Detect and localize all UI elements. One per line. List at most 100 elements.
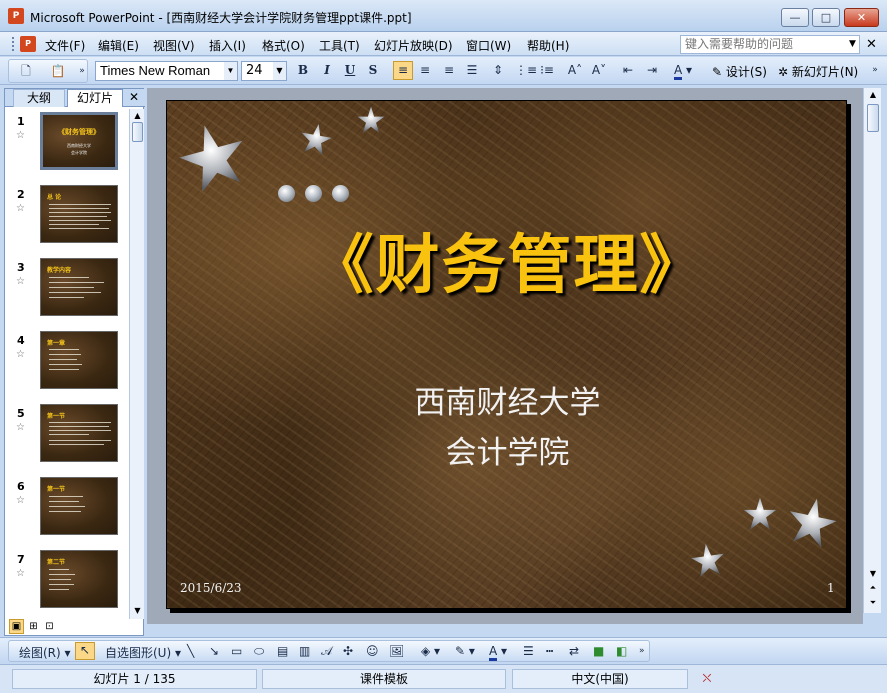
shadow-button[interactable]: S: [364, 62, 382, 78]
slide-thumbnail[interactable]: 《财务管理》 西南财经大学 会计学院: [39, 111, 119, 171]
close-pane-icon[interactable]: ✕: [127, 89, 141, 107]
thumbnail-slide-3[interactable]: 3 ☆ 教学内容: [5, 255, 129, 317]
select-pointer-icon[interactable]: ↖: [75, 642, 95, 660]
thumbnail-slide-7[interactable]: 7 ☆ 第二节: [5, 547, 129, 609]
help-search-input[interactable]: 键入需要帮助的问题: [680, 35, 860, 54]
slide-subtitle-line-1[interactable]: 西南财经大学: [167, 377, 846, 422]
menu-view[interactable]: 视图(V): [153, 37, 195, 54]
slide-thumbnail[interactable]: 第一节: [40, 404, 118, 462]
distribute-icon[interactable]: ☰: [463, 62, 481, 78]
document-icon[interactable]: P: [20, 36, 36, 52]
arrow-icon[interactable]: ↘: [209, 644, 219, 658]
menu-grip[interactable]: [12, 37, 16, 51]
wordart-icon[interactable]: 𝒜: [321, 644, 332, 659]
chevron-down-icon[interactable]: ▼: [273, 62, 286, 80]
menu-help[interactable]: 帮助(H): [527, 37, 569, 54]
chevron-down-icon[interactable]: ▼: [224, 62, 237, 80]
font-color-icon[interactable]: A ▾: [489, 644, 507, 661]
dash-style-icon[interactable]: ┅: [546, 644, 553, 658]
underline-button[interactable]: U: [341, 62, 359, 78]
oval-icon[interactable]: ⬭: [254, 644, 264, 659]
slide-scrollbar[interactable]: ▲ ▼ ⏶ ⏷: [863, 88, 881, 613]
design-button[interactable]: ✎ 设计(S): [712, 63, 767, 80]
thumbnail-slide-2[interactable]: 2 ☆ 总 论: [5, 182, 129, 244]
slide-thumbnail[interactable]: 第一节: [40, 477, 118, 535]
diagram-icon[interactable]: ✣: [343, 644, 353, 658]
bold-button[interactable]: B: [294, 62, 312, 78]
thumbnail-scrollbar[interactable]: ▲ ▼: [129, 109, 144, 619]
help-dropdown-icon[interactable]: ▼: [845, 35, 860, 54]
font-name-select[interactable]: Times New Roman ▼: [95, 61, 238, 81]
slide-thumbnail[interactable]: 教学内容: [40, 258, 118, 316]
arrow-style-icon[interactable]: ⇄: [569, 644, 579, 658]
close-document-icon[interactable]: ✕: [866, 37, 877, 52]
current-slide[interactable]: 《财务管理》 西南财经大学 会计学院 2015/6/23 1: [166, 100, 847, 609]
menu-edit[interactable]: 编辑(E): [98, 37, 139, 54]
align-center-icon[interactable]: ≡: [416, 62, 434, 78]
thumbnail-slide-1[interactable]: 1 ☆ 《财务管理》 西南财经大学 会计学院: [5, 109, 129, 171]
italic-button[interactable]: I: [318, 62, 336, 78]
new-slide-button[interactable]: ✲ 新幻灯片(N): [778, 63, 858, 80]
spelling-status-icon[interactable]: ⛌: [692, 669, 722, 689]
line-color-icon[interactable]: ✎ ▾: [455, 644, 475, 658]
decrease-indent-icon[interactable]: ⇤: [619, 62, 637, 78]
line-icon[interactable]: ╲: [187, 644, 194, 658]
next-slide-icon[interactable]: ⏷: [864, 596, 882, 609]
decrease-font-icon[interactable]: A˅: [590, 62, 608, 78]
tab-outline[interactable]: 大纲: [13, 89, 65, 107]
scroll-down-icon[interactable]: ▼: [130, 604, 145, 617]
3d-style-icon[interactable]: ◧: [616, 644, 627, 658]
increase-font-icon[interactable]: A˄: [566, 62, 584, 78]
scroll-down-icon[interactable]: ▼: [864, 567, 882, 580]
slide-thumbnail[interactable]: 总 论: [40, 185, 118, 243]
paste-icon[interactable]: 📋: [49, 63, 67, 79]
toolbar-options-icon[interactable]: »: [639, 646, 645, 656]
slide-thumbnail[interactable]: 第一章: [40, 331, 118, 389]
menu-insert[interactable]: 插入(I): [209, 37, 246, 54]
menu-tools[interactable]: 工具(T): [319, 37, 360, 54]
font-color-icon[interactable]: A ▾: [670, 62, 696, 80]
draw-menu-button[interactable]: 绘图(R) ▾: [19, 644, 71, 661]
thumbnail-slide-5[interactable]: 5 ☆ 第一节: [5, 401, 129, 463]
slide-title[interactable]: 《财务管理》: [167, 214, 846, 306]
normal-view-icon[interactable]: ▣: [9, 619, 24, 634]
menu-slideshow[interactable]: 幻灯片放映(D): [374, 37, 453, 54]
new-file-icon[interactable]: 🗋: [17, 63, 35, 79]
minimize-button[interactable]: —: [781, 8, 809, 27]
picture-icon[interactable]: 🖼: [389, 644, 404, 658]
menu-format[interactable]: 格式(O): [262, 37, 305, 54]
scroll-thumb[interactable]: [867, 104, 879, 132]
fill-color-icon[interactable]: ◈ ▾: [421, 644, 440, 658]
font-size-select[interactable]: 24 ▼: [241, 61, 287, 81]
numbering-icon[interactable]: ⋮≡: [515, 62, 537, 78]
increase-indent-icon[interactable]: ⇥: [643, 62, 661, 78]
autoshapes-button[interactable]: 自选图形(U) ▾: [105, 644, 181, 661]
previous-slide-icon[interactable]: ⏶: [864, 581, 882, 594]
slideshow-view-icon[interactable]: ⊡: [42, 619, 57, 634]
close-button[interactable]: ✕: [844, 8, 879, 27]
rectangle-icon[interactable]: ▭: [231, 644, 242, 658]
slide-sorter-icon[interactable]: ⊞: [26, 619, 41, 634]
scroll-up-icon[interactable]: ▲: [864, 88, 882, 101]
textbox-icon[interactable]: ▤: [277, 644, 288, 658]
toolbar-options-icon[interactable]: »: [866, 62, 884, 78]
line-style-icon[interactable]: ☰: [523, 644, 534, 658]
vertical-textbox-icon[interactable]: ▥: [299, 644, 310, 658]
slide-subtitle-line-2[interactable]: 会计学院: [167, 427, 846, 472]
scroll-thumb[interactable]: [132, 122, 143, 142]
shadow-style-icon[interactable]: ■: [593, 644, 604, 658]
tab-slides[interactable]: 幻灯片: [67, 89, 123, 107]
menu-file[interactable]: 文件(F): [45, 37, 85, 54]
menu-window[interactable]: 窗口(W): [466, 37, 511, 54]
clipart-icon[interactable]: ☺: [366, 644, 379, 658]
align-right-icon[interactable]: ≡: [440, 62, 458, 78]
thumbnail-slide-6[interactable]: 6 ☆ 第一节: [5, 474, 129, 536]
maximize-button[interactable]: □: [812, 8, 840, 27]
slide-thumbnail[interactable]: 第二节: [40, 550, 118, 608]
powerpoint-app-icon[interactable]: P: [8, 8, 24, 24]
scroll-up-icon[interactable]: ▲: [130, 109, 145, 122]
line-spacing-icon[interactable]: ⇕: [489, 62, 507, 78]
align-left-icon[interactable]: ≡: [393, 61, 413, 80]
bullets-icon[interactable]: ⁝≡: [538, 62, 556, 78]
toolbar-options-icon[interactable]: »: [73, 63, 91, 79]
